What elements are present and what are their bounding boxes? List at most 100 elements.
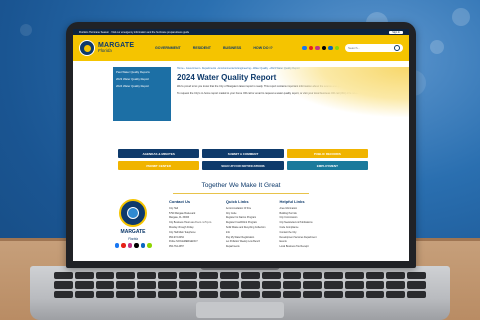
- keyboard-key: [95, 290, 115, 298]
- keyboard-key: [324, 272, 343, 280]
- keyboard-key: [199, 290, 219, 298]
- keyboard-key: [303, 272, 323, 280]
- keyboard-key: [261, 281, 281, 289]
- keyboard-key: [137, 290, 156, 298]
- footer-line: City Hall: [169, 206, 178, 210]
- public-records-button[interactable]: PUBLIC RECORDS: [286, 149, 368, 158]
- keyboard-key: [241, 272, 260, 280]
- footer-link[interactable]: Contact the City: [279, 231, 316, 234]
- alert-text[interactable]: Florida's Hurricane Season · Visit our e…: [79, 31, 189, 34]
- permit-center-button[interactable]: PERMIT CENTER: [118, 161, 200, 170]
- footer-contact: Contact Us City Hall 5790 Margate Boulev…: [169, 199, 212, 248]
- facebook-icon[interactable]: [302, 45, 307, 51]
- agendas-minutes-button[interactable]: AGENDAS & MINUTES: [118, 149, 200, 158]
- footer-link[interactable]: Info: [226, 231, 266, 234]
- side-menu-item[interactable]: Past Water Quality Reports: [116, 70, 168, 74]
- keyboard-key: [303, 281, 323, 289]
- keyboard-key: [220, 290, 239, 298]
- footer-link[interactable]: Development Services Department: [279, 236, 316, 239]
- keyboard-key: [116, 290, 136, 298]
- keyboard-key: [407, 281, 426, 289]
- side-menu: Past Water Quality Reports 2023 Water Qu…: [113, 67, 171, 121]
- footer-link[interactable]: Departments: [226, 245, 266, 248]
- footer-link[interactable]: Events: [279, 240, 316, 243]
- footer-link[interactable]: City Newsletters & Publications: [279, 221, 316, 224]
- linkedin-icon[interactable]: [328, 45, 333, 51]
- twitter-icon[interactable]: [134, 243, 139, 248]
- keyboard-key: [407, 290, 426, 298]
- footer-line: 5790 Margate Boulevard: [169, 211, 196, 215]
- keyboard-key: [324, 281, 343, 289]
- keyboard-key: [178, 281, 198, 289]
- employment-button[interactable]: EMPLOYMENT: [286, 161, 368, 170]
- twitter-icon[interactable]: [321, 45, 326, 51]
- footer-link[interactable]: Accommodation Of Fire: [226, 207, 266, 210]
- footer-phone[interactable]: 954-972-6454: [169, 236, 212, 239]
- keyboard-key: [199, 281, 219, 289]
- footer-social-links: [114, 243, 152, 248]
- keyboard-key: [282, 272, 302, 280]
- footer-line: Monday through Friday: [169, 225, 194, 229]
- keyboard-key: [220, 281, 239, 289]
- footer-quick-links: Quick Links Accommodation Of Fire City C…: [226, 199, 266, 248]
- keyboard-key: [157, 272, 177, 280]
- youtube-icon[interactable]: [308, 45, 313, 51]
- footer-link[interactable]: Register Food/Drink Program: [226, 221, 266, 224]
- footer-logo-name: MARGATE: [120, 229, 146, 235]
- keyboard-key: [178, 290, 198, 298]
- footer-line: City Hall Main Telephone:: [169, 230, 197, 234]
- footer-phone[interactable]: 954-764-4357: [169, 245, 212, 248]
- instagram-icon[interactable]: [127, 243, 132, 248]
- keyboard-key: [344, 290, 364, 298]
- youtube-icon[interactable]: [121, 243, 126, 248]
- search-icon[interactable]: [394, 45, 400, 51]
- keyboard-key: [54, 281, 73, 289]
- notifications-signup-button[interactable]: SIGN UP FOR NOTIFICATIONS: [202, 161, 284, 170]
- side-menu-item[interactable]: 2024 Water Quality Report: [116, 84, 168, 88]
- footer-helpful-links: Helpful Links Area Information Building …: [279, 199, 316, 248]
- logo-state: Florida: [98, 48, 112, 54]
- footer-link[interactable]: Solid Waste and Recycling Collection: [226, 226, 266, 229]
- keyboard-key: [74, 272, 94, 280]
- nav-how-do-i[interactable]: HOW DO I?: [253, 46, 272, 50]
- linkedin-icon[interactable]: [140, 243, 145, 248]
- footer-link[interactable]: City Commission: [279, 216, 316, 219]
- nav-resident[interactable]: RESIDENT: [193, 46, 211, 50]
- site-logo[interactable]: MARGATE Florida: [79, 40, 139, 56]
- nav-business[interactable]: BUSINESS: [223, 46, 241, 50]
- keyboard-key: [74, 281, 94, 289]
- footer-logo[interactable]: MARGATE Florida: [111, 199, 155, 248]
- footer-link[interactable]: Area Information: [279, 207, 316, 210]
- nextdoor-icon[interactable]: [147, 243, 152, 248]
- keyboard-key: [137, 281, 156, 289]
- footer-link[interactable]: Local Business Tax Receipt: [279, 245, 316, 248]
- keyboard-key: [282, 290, 302, 298]
- nav-government[interactable]: GOVERNMENT: [155, 46, 181, 50]
- footer-heading: Helpful Links: [279, 199, 305, 204]
- sign-in-button[interactable]: Sign In: [389, 30, 403, 34]
- quick-action-buttons: AGENDAS & MINUTES SUBMIT A COMMENT PUBLI…: [118, 149, 368, 170]
- hero-decoration: [273, 67, 409, 117]
- keyboard-key: [282, 281, 302, 289]
- footer-link[interactable]: Register for Alarms Program: [226, 216, 266, 219]
- footer-heading: Quick Links: [225, 199, 249, 204]
- keyboard-key: [74, 290, 94, 298]
- side-menu-item[interactable]: 2023 Water Quality Report: [116, 77, 168, 81]
- keyboard-key: [54, 272, 73, 280]
- footer-link[interactable]: Pay My Water Registration: [226, 236, 266, 239]
- search-input[interactable]: Search...: [345, 44, 403, 52]
- footer-link[interactable]: Let Pollution Weekly Low Bench: [226, 240, 266, 243]
- submit-comment-button[interactable]: SUBMIT A COMMENT: [202, 149, 284, 158]
- keyboard-key: [54, 290, 73, 298]
- footer-link[interactable]: City Code: [226, 212, 266, 215]
- footer-link[interactable]: Building Permits: [279, 212, 316, 215]
- footer-link[interactable]: Code Compliance: [279, 226, 316, 229]
- keyboard-key: [365, 272, 385, 280]
- facebook-icon[interactable]: [114, 243, 119, 248]
- site-header: MARGATE Florida GOVERNMENT RESIDENT BUSI…: [73, 35, 409, 61]
- keyboard-key: [157, 281, 177, 289]
- keyboard-key: [324, 290, 343, 298]
- nextdoor-icon[interactable]: [334, 45, 339, 51]
- instagram-icon[interactable]: [315, 45, 320, 51]
- keyboard-key: [199, 272, 219, 280]
